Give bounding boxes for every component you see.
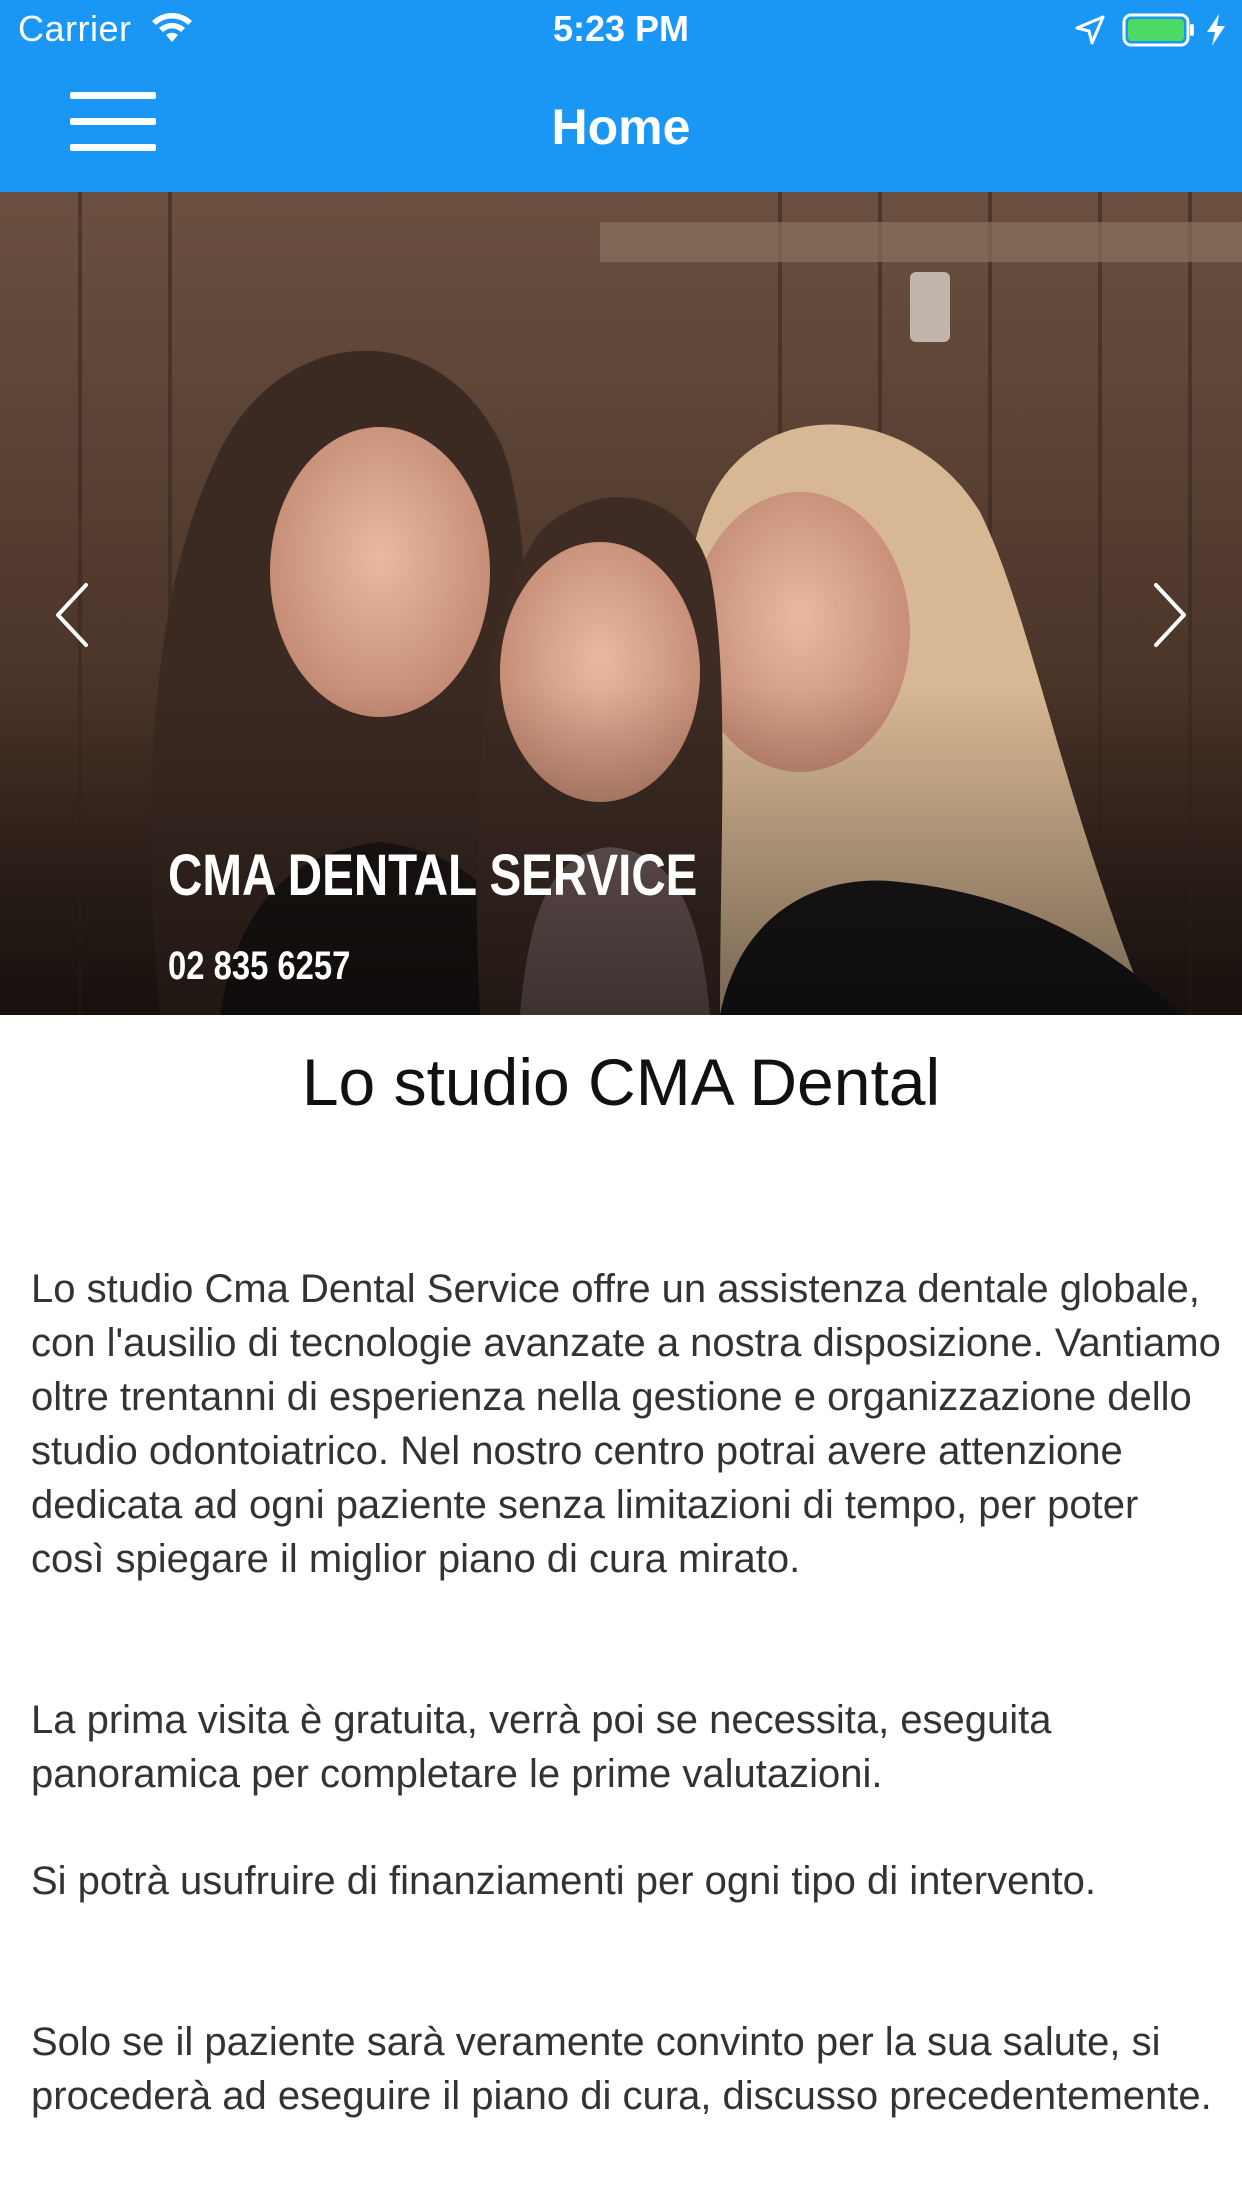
status-bar: Carrier 5:23 PM — [0, 0, 1242, 62]
battery-icon — [1122, 13, 1194, 47]
chevron-left-icon[interactable] — [46, 570, 106, 660]
slide-phone-number[interactable]: 02 835 6257 — [168, 944, 350, 989]
location-icon — [1075, 15, 1105, 45]
navigation-bar: Home — [0, 62, 1242, 192]
paragraph-first-visit: La prima visita è gratuita, verrà poi se… — [31, 1698, 1052, 1796]
charging-icon — [1207, 14, 1225, 46]
app-header: Carrier 5:23 PM Home — [0, 0, 1242, 192]
slide-title: CMA DENTAL SERVICE — [168, 843, 698, 908]
paragraph-treatment-plan: Solo se il paziente sarà veramente convi… — [31, 2020, 1212, 2118]
status-time: 5:23 PM — [552, 8, 690, 49]
section-heading: Lo studio CMA Dental — [301, 1045, 941, 1119]
paragraph-intro: Lo studio Cma Dental Service offre un as… — [31, 1267, 1221, 1581]
paragraph-financing: Si potrà usufruire di finanziamenti per … — [31, 1859, 1097, 1903]
chevron-right-icon[interactable] — [1136, 570, 1196, 660]
page-title: Home — [551, 99, 691, 155]
image-carousel[interactable]: CMA DENTAL SERVICE 02 835 6257 — [0, 192, 1242, 1015]
